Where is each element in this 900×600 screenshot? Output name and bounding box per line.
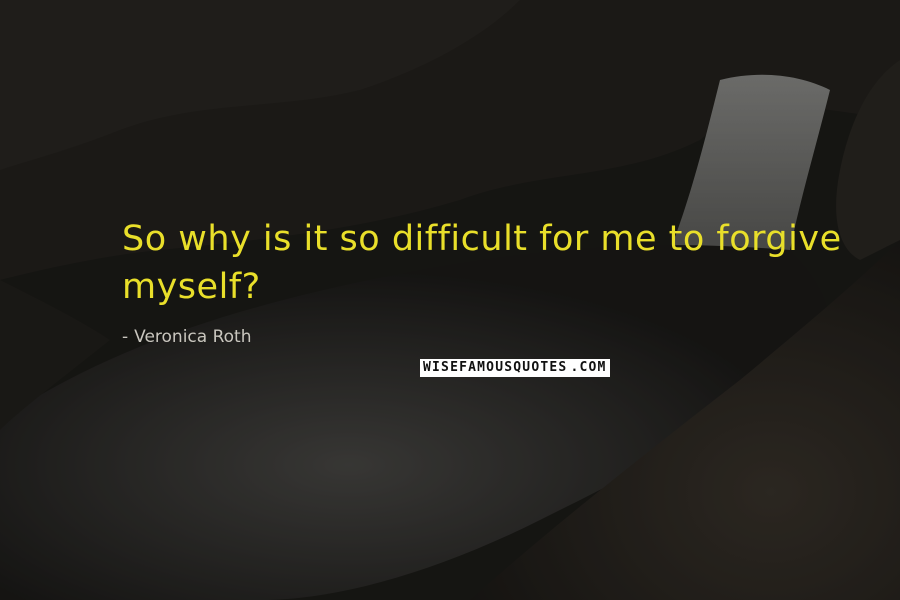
watermark-main: WISEFAMOUSQUOTES bbox=[420, 359, 571, 377]
quote-text: So why is it so difficult for me to forg… bbox=[122, 219, 842, 307]
quote-author: - Veronica Roth bbox=[122, 327, 251, 347]
watermark-tld: .COM bbox=[570, 359, 610, 377]
quote-card: So why is it so difficult for me to forg… bbox=[0, 0, 900, 600]
watermark-logo: WISEFAMOUSQUOTES .COM bbox=[420, 359, 610, 377]
author-name: Veronica Roth bbox=[134, 327, 252, 347]
author-dash: - bbox=[122, 327, 129, 347]
